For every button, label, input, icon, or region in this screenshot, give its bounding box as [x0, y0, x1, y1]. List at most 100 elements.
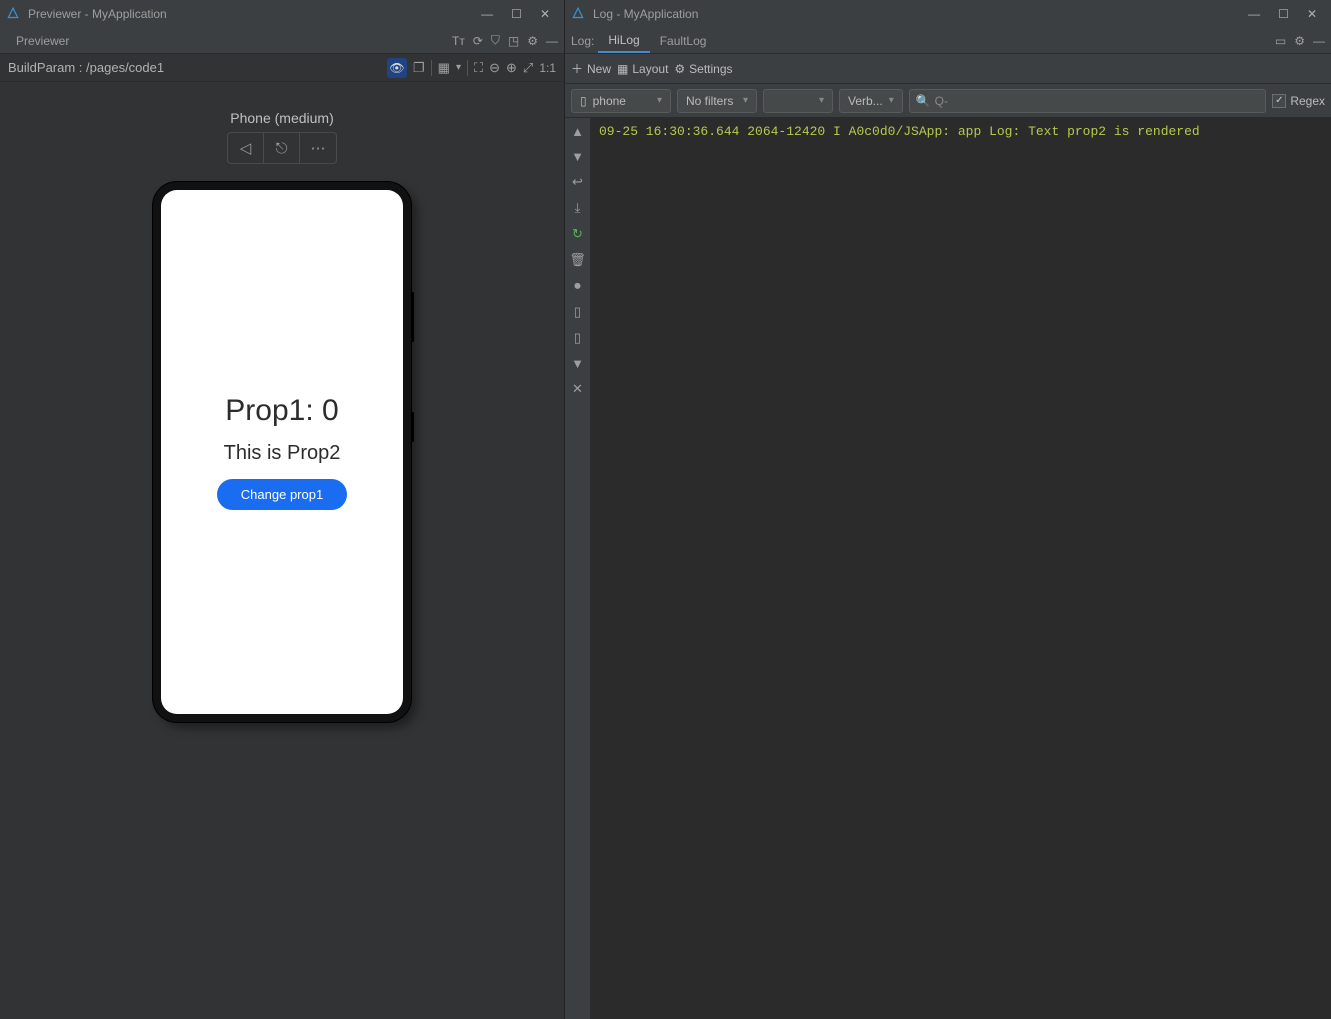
eye-toggle-icon[interactable]: 👁 [387, 58, 407, 78]
layers-icon[interactable]: ❐ [413, 60, 425, 76]
log-body: ▲ ▼ ↩ ⤓ ↻ 🗑 ⏺ ▯ ▯ ▼ ✕ 09-25 16:30:36.644… [565, 118, 1331, 1019]
new-window-icon[interactable]: ◳ [508, 34, 519, 48]
chevron-down-icon: ▾ [819, 95, 824, 106]
new-button-label: New [587, 62, 611, 76]
filter-dropdown[interactable]: No filters ▾ [677, 89, 757, 113]
log-label: Log: [571, 34, 598, 48]
log-pane: Log - MyApplication — ☐ ✕ Log: HiLog Fau… [565, 0, 1331, 1019]
grid-icon[interactable]: ▦ [438, 60, 450, 76]
arrow-down-icon[interactable]: ▼ [571, 149, 584, 164]
maximize-icon[interactable]: ☐ [1278, 7, 1289, 21]
previewer-tabbar: Previewer Tᴛ ⟳ ⛉ ◳ ⚙ — [0, 28, 564, 54]
new-button[interactable]: ＋ New [571, 60, 611, 77]
log-toolbar: ＋ New ▦ Layout ⚙ Settings [565, 54, 1331, 84]
tab-hilog[interactable]: HiLog [598, 29, 649, 53]
refresh-icon[interactable]: ⟳ [473, 34, 483, 48]
device-dropdown-value: phone [593, 94, 626, 108]
log-filterbar: ▯ phone ▾ No filters ▾ ▾ Verb... ▾ 🔍 Q- … [565, 84, 1331, 118]
hide-icon[interactable]: — [1313, 34, 1325, 48]
zoom-in-icon[interactable]: ⊕ [506, 60, 517, 76]
log-title: Log - MyApplication [593, 7, 698, 21]
device-toolbar: ◁ ⎋ ⋯ [227, 132, 337, 164]
crop-icon[interactable]: ⛶ [474, 60, 483, 76]
device-icon[interactable]: ▭ [1275, 34, 1286, 48]
layout-button[interactable]: ▦ Layout [617, 62, 668, 76]
screen-prop2-text: This is Prop2 [224, 442, 341, 465]
layout-button-label: Layout [632, 62, 668, 76]
screen-prop1-text: Prop1: 0 [225, 394, 338, 428]
log-tabbar: Log: HiLog FaultLog ▭ ⚙ — [565, 28, 1331, 54]
log-titlebar: Log - MyApplication — ☐ ✕ [565, 0, 1331, 28]
device-label: Phone (medium) [230, 110, 334, 126]
phone-screen: Prop1: 0 This is Prop2 Change prop1 [161, 190, 403, 714]
previewer-titlebar: Previewer - MyApplication — ☐ ✕ [0, 0, 564, 28]
hide-icon[interactable]: — [546, 34, 558, 48]
record-icon[interactable]: ⏺ [574, 278, 581, 294]
gear-icon: ⚙ [674, 62, 685, 76]
log-tab-tools: ▭ ⚙ — [1275, 34, 1325, 48]
chevron-down-icon: ▾ [657, 95, 662, 106]
preview-area: Phone (medium) ◁ ⎋ ⋯ Prop1: 0 This is Pr… [0, 82, 564, 1019]
minimize-icon[interactable]: — [481, 7, 493, 21]
level-dropdown-value: Verb... [848, 94, 883, 108]
minimize-icon[interactable]: — [1248, 7, 1260, 21]
zoom-out-icon[interactable]: ⊖ [489, 60, 500, 76]
previewer-title: Previewer - MyApplication [28, 7, 167, 21]
restart-icon[interactable]: ↻ [572, 226, 583, 242]
more-icon[interactable]: ⋯ [300, 133, 336, 163]
plus-icon: ＋ [571, 60, 583, 77]
wrap-icon[interactable]: ↩ [572, 174, 583, 190]
expand-icon[interactable]: ⤢ [523, 60, 533, 76]
chevron-down-icon[interactable]: ▾ [456, 62, 461, 73]
device-dropdown[interactable]: ▯ phone ▾ [571, 89, 671, 113]
gear-icon[interactable]: ⚙ [1294, 34, 1305, 48]
search-input[interactable]: 🔍 Q- [909, 89, 1267, 113]
phone-side-button-2 [411, 412, 414, 442]
clear-icon[interactable]: ✕ [572, 381, 583, 397]
maximize-icon[interactable]: ☐ [511, 7, 522, 21]
text-style-icon[interactable]: Tᴛ [452, 34, 465, 48]
settings-button-label: Settings [689, 62, 732, 76]
phone-icon: ▯ [580, 94, 587, 108]
phone-frame: Prop1: 0 This is Prop2 Change prop1 [153, 182, 411, 722]
search-icon: 🔍 [916, 94, 931, 108]
chevron-down-icon: ▾ [743, 95, 748, 106]
empty-dropdown[interactable]: ▾ [763, 89, 833, 113]
app-logo-icon [571, 7, 585, 21]
device-small-icon[interactable]: ▯ [574, 330, 581, 346]
back-icon[interactable]: ◁ [228, 133, 264, 163]
scroll-end-icon[interactable]: ⤓ [575, 200, 581, 216]
regex-checkbox[interactable]: ✓ Regex [1272, 94, 1325, 108]
funnel-icon[interactable]: ⛉ [491, 33, 500, 48]
layout-grid-icon: ▦ [617, 62, 628, 76]
log-content[interactable]: 09-25 16:30:36.644 2064-12420 I A0c0d0/J… [591, 118, 1331, 1019]
app-logo-icon [6, 7, 20, 21]
close-icon[interactable]: ✕ [1307, 7, 1317, 21]
build-param-bar: BuildParam : /pages/code1 👁 ❐ ▦ ▾ ⛶ ⊖ ⊕ … [0, 54, 564, 82]
previewer-window-controls: — ☐ ✕ [481, 7, 558, 21]
orientation-icon[interactable]: ⎋ [264, 133, 300, 163]
previewer-pane: Previewer - MyApplication — ☐ ✕ Previewe… [0, 0, 565, 1019]
filter-dropdown-value: No filters [686, 94, 733, 108]
previewer-tab-tools: Tᴛ ⟳ ⛉ ◳ ⚙ — [452, 33, 558, 48]
regex-label: Regex [1290, 94, 1325, 108]
chevron-down-icon: ▾ [889, 95, 894, 106]
trash-icon[interactable]: 🗑 [569, 252, 586, 268]
settings-button[interactable]: ⚙ Settings [674, 62, 732, 76]
build-param-text: BuildParam : /pages/code1 [8, 60, 164, 75]
checkbox-box: ✓ [1272, 94, 1286, 108]
tab-faultlog[interactable]: FaultLog [650, 30, 717, 52]
filter-icon[interactable]: ▼ [571, 356, 584, 371]
arrow-up-icon[interactable]: ▲ [571, 124, 584, 139]
split-icon[interactable]: ▯ [574, 304, 581, 320]
log-gutter: ▲ ▼ ↩ ⤓ ↻ 🗑 ⏺ ▯ ▯ ▼ ✕ [565, 118, 591, 1019]
change-prop1-button[interactable]: Change prop1 [217, 479, 347, 510]
close-icon[interactable]: ✕ [540, 7, 550, 21]
zoom-ratio[interactable]: 1:1 [539, 61, 556, 75]
tab-previewer[interactable]: Previewer [6, 30, 79, 52]
level-dropdown[interactable]: Verb... ▾ [839, 89, 903, 113]
log-line: 09-25 16:30:36.644 2064-12420 I A0c0d0/J… [599, 124, 1200, 139]
gear-icon[interactable]: ⚙ [527, 34, 538, 48]
phone-side-button-1 [411, 292, 414, 342]
log-window-controls: — ☐ ✕ [1248, 7, 1325, 21]
